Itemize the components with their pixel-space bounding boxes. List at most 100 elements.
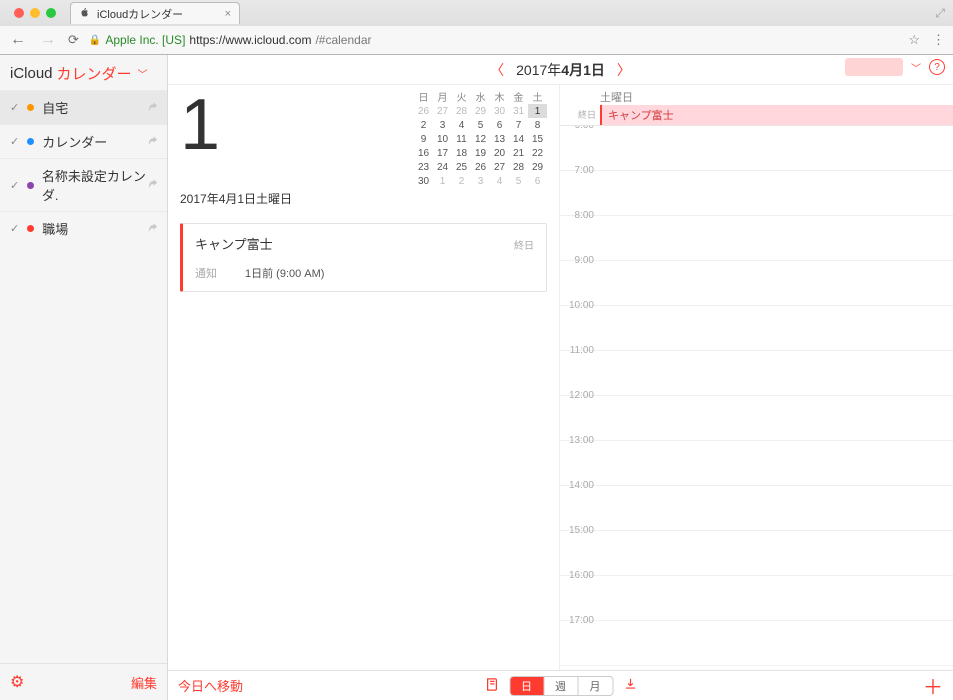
forward-button[interactable]: →: [38, 31, 58, 49]
mini-cal-day[interactable]: 6: [528, 174, 547, 188]
help-icon[interactable]: ?: [929, 59, 945, 75]
mini-cal-day[interactable]: 28: [452, 104, 471, 118]
fullscreen-icon[interactable]: ⤢: [935, 6, 945, 21]
share-icon[interactable]: [148, 222, 159, 236]
url-field[interactable]: 🔒 Apple Inc. [US] https://www.icloud.com…: [89, 33, 372, 47]
mini-cal-day[interactable]: 27: [490, 160, 509, 174]
tab-bar: iCloudカレンダー × ⤢: [0, 0, 953, 26]
mini-calendar[interactable]: 日月火水木金土262728293031123456789101112131415…: [414, 89, 547, 188]
sidebar-calendar-item[interactable]: ✓自宅: [0, 90, 167, 124]
mini-cal-day[interactable]: 2: [414, 118, 433, 132]
mini-cal-day[interactable]: 22: [528, 146, 547, 160]
hour-row[interactable]: 12:00: [560, 396, 953, 441]
browser-menu-icon[interactable]: ⋮: [932, 32, 945, 48]
mini-cal-day[interactable]: 5: [471, 118, 490, 132]
share-icon[interactable]: [148, 178, 159, 192]
seg-week[interactable]: 週: [544, 677, 578, 695]
app-switcher[interactable]: iCloud カレンダー ﹀: [0, 55, 167, 90]
hour-row[interactable]: 7:00: [560, 171, 953, 216]
hour-row[interactable]: 9:00: [560, 261, 953, 306]
mini-cal-day[interactable]: 24: [433, 160, 452, 174]
mini-cal-day[interactable]: 1: [433, 174, 452, 188]
download-icon[interactable]: [623, 677, 637, 694]
hour-row[interactable]: 14:00: [560, 486, 953, 531]
hour-row[interactable]: 13:00: [560, 441, 953, 486]
mini-cal-day[interactable]: 9: [414, 132, 433, 146]
mini-cal-day[interactable]: 2: [452, 174, 471, 188]
hour-row[interactable]: 11:00: [560, 351, 953, 396]
mini-cal-day[interactable]: 5: [509, 174, 528, 188]
mini-cal-day[interactable]: 3: [433, 118, 452, 132]
mini-cal-day[interactable]: 13: [490, 132, 509, 146]
mini-cal-day[interactable]: 31: [509, 104, 528, 118]
hour-row[interactable]: 16:00: [560, 576, 953, 621]
mini-cal-day[interactable]: 1: [528, 104, 547, 118]
reload-button[interactable]: ⟳: [68, 32, 79, 48]
mini-cal-day[interactable]: 25: [452, 160, 471, 174]
hour-label: 15:00: [560, 525, 600, 569]
date-title: 2017年4月1日: [516, 60, 605, 80]
mini-cal-day[interactable]: 6: [490, 118, 509, 132]
account-menu[interactable]: ﹀ ?: [845, 58, 945, 76]
zoom-window-icon[interactable]: [46, 8, 56, 18]
mini-cal-day[interactable]: 26: [471, 160, 490, 174]
mini-cal-day[interactable]: 27: [433, 104, 452, 118]
mini-cal-day[interactable]: 7: [509, 118, 528, 132]
close-tab-icon[interactable]: ×: [225, 8, 231, 20]
hour-row[interactable]: 8:00: [560, 216, 953, 261]
bookmark-star-icon[interactable]: ☆: [908, 32, 920, 48]
mini-cal-day[interactable]: 21: [509, 146, 528, 160]
mini-cal-day[interactable]: 20: [490, 146, 509, 160]
mini-cal-weekday: 月: [433, 89, 452, 104]
sidebar-calendar-item[interactable]: ✓職場: [0, 211, 167, 245]
add-event-button[interactable]: ＋: [923, 671, 943, 700]
mini-cal-day[interactable]: 30: [414, 174, 433, 188]
event-card[interactable]: キャンプ富士 終日 通知 1日前 (9:00 AM): [180, 223, 547, 292]
hour-row[interactable]: 17:00: [560, 621, 953, 666]
seg-day[interactable]: 日: [510, 677, 544, 695]
mini-cal-day[interactable]: 18: [452, 146, 471, 160]
mini-cal-day[interactable]: 30: [490, 104, 509, 118]
mini-cal-day[interactable]: 10: [433, 132, 452, 146]
mini-cal-day[interactable]: 28: [509, 160, 528, 174]
share-icon[interactable]: [148, 135, 159, 149]
mini-cal-day[interactable]: 26: [414, 104, 433, 118]
bottom-toolbar: 今日へ移動 日 週 月 ＋: [168, 670, 953, 700]
sidebar-calendar-item[interactable]: ✓名称未設定カレンダ.: [0, 158, 167, 211]
back-button[interactable]: ←: [8, 31, 28, 49]
mini-cal-day[interactable]: 16: [414, 146, 433, 160]
window-controls[interactable]: [8, 8, 62, 18]
mini-cal-day[interactable]: 14: [509, 132, 528, 146]
gear-icon[interactable]: ⚙: [10, 672, 24, 692]
mini-cal-day[interactable]: 3: [471, 174, 490, 188]
mini-cal-day[interactable]: 8: [528, 118, 547, 132]
mini-cal-day[interactable]: 23: [414, 160, 433, 174]
hour-grid[interactable]: 6:007:008:009:0010:0011:0012:0013:0014:0…: [560, 126, 953, 700]
edit-button[interactable]: 編集: [131, 673, 157, 692]
seg-month[interactable]: 月: [578, 677, 612, 695]
mini-cal-day[interactable]: 19: [471, 146, 490, 160]
hour-row[interactable]: 10:00: [560, 306, 953, 351]
notebook-icon[interactable]: [484, 677, 499, 695]
share-icon[interactable]: [148, 101, 159, 115]
mini-cal-day[interactable]: 15: [528, 132, 547, 146]
view-segment[interactable]: 日 週 月: [509, 676, 613, 696]
browser-tab[interactable]: iCloudカレンダー ×: [70, 2, 240, 24]
mini-cal-day[interactable]: 29: [528, 160, 547, 174]
today-button[interactable]: 今日へ移動: [178, 676, 243, 695]
mini-cal-weekday: 土: [528, 89, 547, 104]
mini-cal-day[interactable]: 12: [471, 132, 490, 146]
next-day-button[interactable]: 〉: [605, 60, 643, 80]
hour-row[interactable]: 15:00: [560, 531, 953, 576]
minimize-window-icon[interactable]: [30, 8, 40, 18]
prev-day-button[interactable]: 〈: [478, 60, 516, 80]
hour-row[interactable]: 6:00: [560, 126, 953, 171]
mini-cal-day[interactable]: 4: [490, 174, 509, 188]
allday-event[interactable]: キャンプ富士: [600, 105, 953, 125]
sidebar-calendar-item[interactable]: ✓カレンダー: [0, 124, 167, 158]
close-window-icon[interactable]: [14, 8, 24, 18]
mini-cal-day[interactable]: 17: [433, 146, 452, 160]
mini-cal-day[interactable]: 4: [452, 118, 471, 132]
mini-cal-day[interactable]: 29: [471, 104, 490, 118]
mini-cal-day[interactable]: 11: [452, 132, 471, 146]
